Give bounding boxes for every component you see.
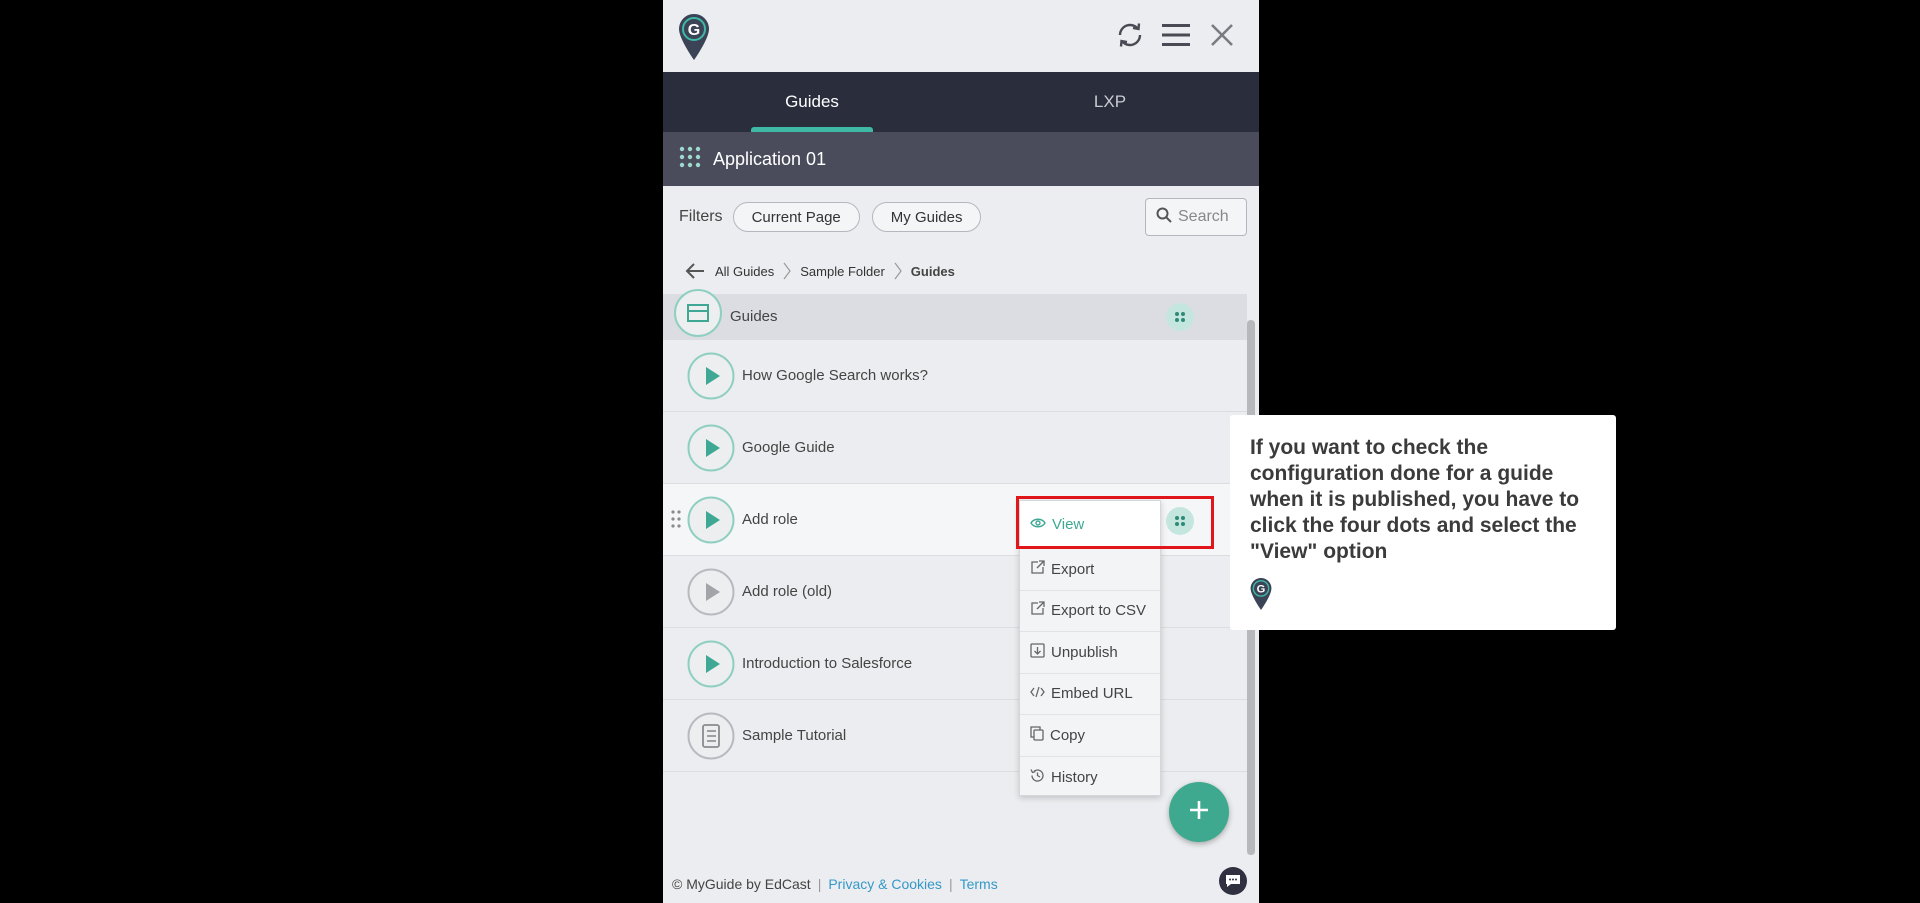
guide-label: Introduction to Salesforce xyxy=(742,655,913,672)
unpublish-icon xyxy=(1030,643,1045,662)
chat-icon[interactable] xyxy=(1219,867,1247,895)
search-input[interactable]: Search xyxy=(1145,198,1247,236)
tutorial-tooltip: If you want to check the configuration d… xyxy=(1230,415,1616,630)
footer-separator: | xyxy=(948,875,953,892)
chevron-right-icon xyxy=(894,262,902,280)
guide-label: Google Guide xyxy=(742,439,835,456)
play-icon[interactable] xyxy=(687,640,735,693)
drag-handle-icon[interactable] xyxy=(671,510,681,533)
four-dots-menu-icon[interactable] xyxy=(1166,507,1194,535)
menu-item-export-csv[interactable]: Export to CSV xyxy=(1020,591,1160,632)
folder-label: Guides xyxy=(730,308,778,325)
filter-current-page[interactable]: Current Page xyxy=(732,202,860,232)
chevron-right-icon xyxy=(783,262,791,280)
menu-item-label: Export to CSV xyxy=(1051,602,1147,620)
refresh-icon[interactable] xyxy=(1113,18,1147,52)
menu-item-label: View xyxy=(1052,516,1085,533)
copyright-text: © MyGuide by EdCast xyxy=(672,875,811,892)
top-bar: G xyxy=(663,0,1259,72)
logo-letter: G xyxy=(688,22,700,39)
eye-icon xyxy=(1030,516,1046,533)
code-icon xyxy=(1030,685,1045,702)
tooltip-text: If you want to check the configuration d… xyxy=(1250,436,1580,563)
menu-item-copy[interactable]: Copy xyxy=(1020,715,1160,757)
history-icon xyxy=(1030,768,1045,787)
filters-bar: Filters Current Page My Guides Search xyxy=(663,186,1259,248)
footer: © MyGuide by EdCast | Privacy & Cookies … xyxy=(663,864,1259,903)
plus-icon xyxy=(1189,800,1209,825)
close-icon[interactable] xyxy=(1205,18,1239,52)
menu-item-label: Unpublish xyxy=(1051,643,1118,661)
add-button[interactable] xyxy=(1169,782,1229,842)
terms-link[interactable]: Terms xyxy=(960,876,998,892)
tab-lxp[interactable]: LXP xyxy=(961,72,1259,132)
play-icon[interactable] xyxy=(687,496,735,549)
search-icon xyxy=(1156,207,1172,228)
list-item[interactable]: Google Guide xyxy=(663,412,1247,484)
filter-my-guides[interactable]: My Guides xyxy=(871,202,982,232)
menu-item-label: Embed URL xyxy=(1051,685,1133,703)
tutorial-icon[interactable] xyxy=(687,712,735,765)
myguide-logo-icon: G xyxy=(1250,578,1272,615)
folder-icon xyxy=(673,288,723,343)
guide-actions-menu: View Export Export to CSV Unpublish Embe… xyxy=(1019,500,1161,796)
logo-letter: G xyxy=(1257,584,1266,596)
search-placeholder: Search xyxy=(1178,208,1229,225)
application-title: Application 01 xyxy=(713,148,827,169)
menu-item-view[interactable]: View xyxy=(1020,501,1160,549)
menu-item-label: Export xyxy=(1051,560,1095,578)
list-item[interactable]: How Google Search works? xyxy=(663,340,1247,412)
guide-label: Add role (old) xyxy=(742,583,833,600)
menu-item-export[interactable]: Export xyxy=(1020,549,1160,591)
tab-guides[interactable]: Guides xyxy=(663,72,961,132)
breadcrumb-all-guides[interactable]: All Guides xyxy=(715,264,774,279)
hamburger-menu-icon[interactable] xyxy=(1159,18,1193,52)
back-arrow-icon[interactable] xyxy=(685,263,705,279)
footer-separator: | xyxy=(817,875,822,892)
menu-item-unpublish[interactable]: Unpublish xyxy=(1020,632,1160,674)
menu-item-embed-url[interactable]: Embed URL xyxy=(1020,674,1160,715)
privacy-link[interactable]: Privacy & Cookies xyxy=(828,876,942,892)
folder-four-dots-icon[interactable] xyxy=(1166,303,1194,331)
external-link-icon xyxy=(1030,601,1045,620)
guide-label: Sample Tutorial xyxy=(742,727,847,744)
tab-bar: Guides LXP xyxy=(663,72,1259,132)
filters-label: Filters xyxy=(679,208,723,225)
myguide-logo-icon: G xyxy=(679,14,709,65)
play-icon[interactable] xyxy=(687,424,735,477)
breadcrumb-current: Guides xyxy=(910,263,955,279)
guide-label: Add role xyxy=(742,511,798,528)
menu-item-label: Copy xyxy=(1050,726,1086,744)
menu-item-label: History xyxy=(1051,768,1098,786)
application-bar[interactable]: Application 01 xyxy=(663,132,1259,186)
folder-row[interactable]: Guides xyxy=(663,289,1247,340)
external-link-icon xyxy=(1030,560,1045,579)
breadcrumb-sample-folder[interactable]: Sample Folder xyxy=(800,264,885,279)
menu-item-history[interactable]: History xyxy=(1020,757,1160,799)
myguide-panel: G Guides LXP Application 01 Filters Curr… xyxy=(663,0,1259,903)
breadcrumb: All Guides Sample Folder Guides xyxy=(663,252,1259,290)
apps-grid-icon[interactable] xyxy=(679,146,701,173)
play-icon[interactable] xyxy=(687,352,735,405)
copy-icon xyxy=(1030,726,1044,745)
play-icon[interactable] xyxy=(687,568,735,621)
guide-label: How Google Search works? xyxy=(742,367,928,384)
